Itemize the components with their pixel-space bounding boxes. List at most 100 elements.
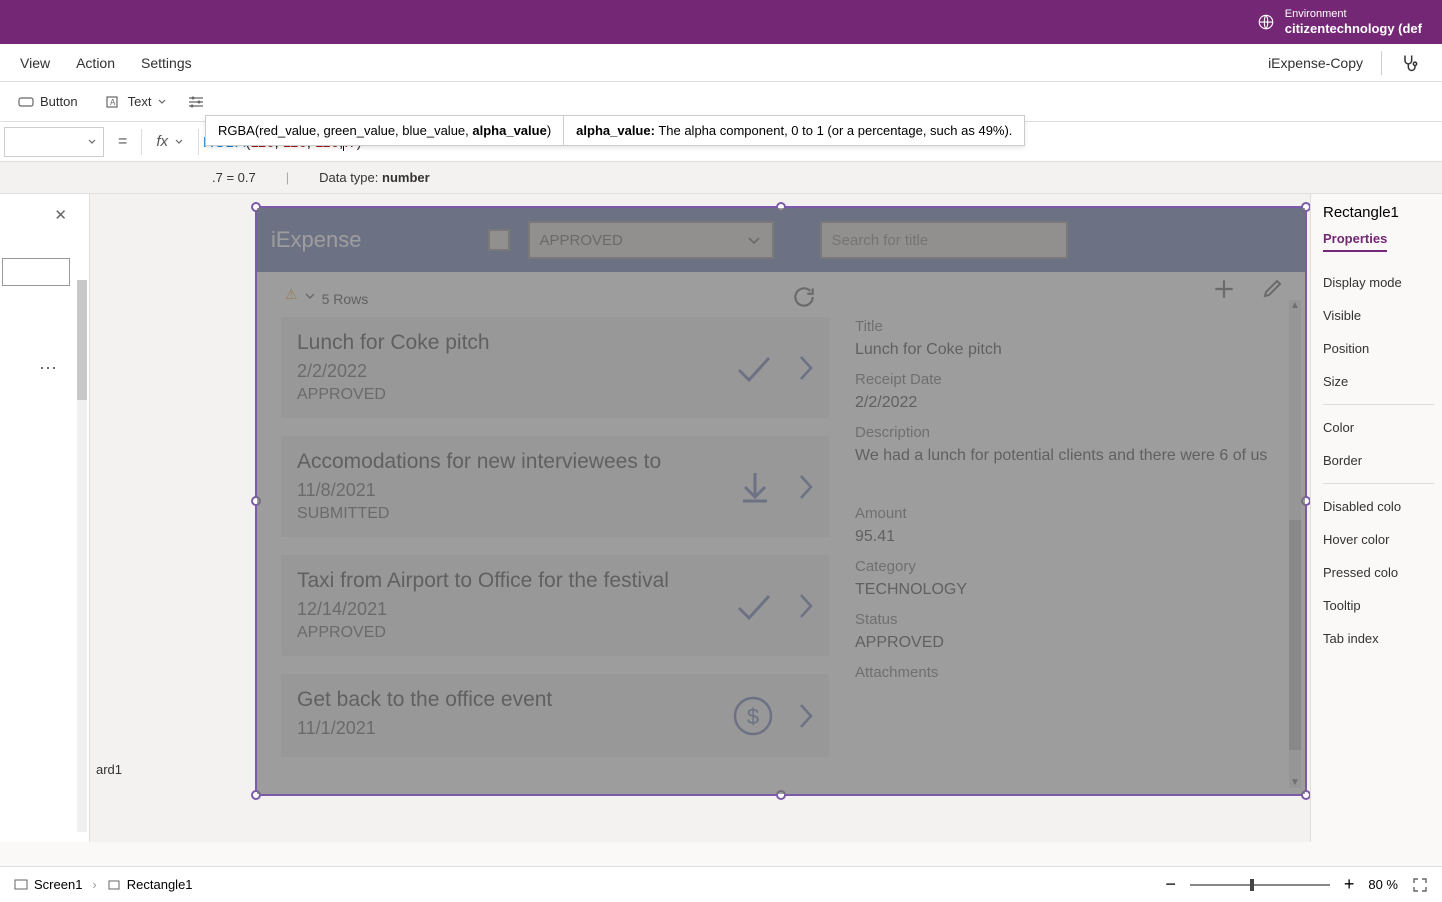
- insert-button[interactable]: Button: [10, 90, 86, 114]
- list-item[interactable]: Taxi from Airport to Office for the fest…: [281, 555, 829, 656]
- list-item[interactable]: Lunch for Coke pitch2/2/2022APPROVED: [281, 317, 829, 418]
- resize-handle[interactable]: [1301, 202, 1310, 212]
- refresh-button[interactable]: [791, 284, 817, 310]
- resize-handle[interactable]: [251, 790, 261, 800]
- stethoscope-icon[interactable]: [1400, 53, 1420, 73]
- zoom-in[interactable]: +: [1344, 874, 1355, 895]
- property-row[interactable]: Tooltip: [1323, 589, 1434, 622]
- field-value-status: APPROVED: [855, 634, 1291, 652]
- chevron-down-icon: [304, 290, 316, 302]
- env-label: Environment: [1285, 8, 1422, 21]
- selected-element-name: Rectangle1: [1323, 204, 1434, 221]
- scrollbar[interactable]: ▲ ▼: [1289, 300, 1301, 788]
- dropdown-value: APPROVED: [540, 232, 623, 249]
- search-input[interactable]: Search for title: [820, 221, 1068, 259]
- field-value-date: 2/2/2022: [855, 394, 1291, 412]
- settings-sliders-icon[interactable]: [187, 93, 205, 111]
- text-icon: A: [106, 94, 122, 110]
- property-row[interactable]: Hover color: [1323, 523, 1434, 556]
- chevron-down-icon: [174, 137, 184, 147]
- plus-icon[interactable]: [1211, 276, 1237, 302]
- datatype-value: number: [382, 170, 430, 185]
- fx-label[interactable]: fx: [142, 133, 198, 150]
- breadcrumb-screen[interactable]: Screen1: [14, 877, 82, 892]
- list-item[interactable]: Accomodations for new interviewees to11/…: [281, 436, 829, 537]
- property-selector[interactable]: [4, 127, 104, 157]
- resize-handle[interactable]: [251, 202, 261, 212]
- selection-box[interactable]: iExpense APPROVED Search for title: [255, 206, 1307, 796]
- property-row[interactable]: Disabled colo: [1323, 490, 1434, 523]
- sig-bold: alpha_value: [472, 123, 546, 138]
- property-row[interactable]: Color: [1323, 411, 1434, 444]
- insert-text[interactable]: A Text: [98, 90, 176, 114]
- field-label-attach: Attachments: [855, 664, 1291, 681]
- formula-result-bar: .7 = 0.7 | Data type: number: [0, 162, 1442, 194]
- equals-sign: =: [104, 133, 141, 151]
- list-item[interactable]: Get back to the office event11/1/2021$: [281, 674, 829, 757]
- resize-handle[interactable]: [251, 496, 261, 506]
- result-expression: .7 = 0.7: [212, 170, 256, 185]
- chevron-right-icon[interactable]: [797, 701, 815, 731]
- sig-post: ): [547, 123, 551, 138]
- environment-badge: Environment citizentechnology (def: [1257, 8, 1422, 37]
- property-row[interactable]: Size: [1323, 365, 1434, 398]
- chevron-right-icon[interactable]: [797, 353, 815, 383]
- chevron-down-icon: [87, 137, 97, 147]
- property-row[interactable]: Display mode: [1323, 266, 1434, 299]
- resize-handle[interactable]: [1301, 496, 1310, 506]
- app-title: iExpense: [271, 227, 362, 253]
- checkbox[interactable]: [488, 229, 510, 251]
- field-value-amount: 95.41: [855, 528, 1291, 546]
- field-label-title: Title: [855, 318, 1291, 335]
- detail-panel: Title Lunch for Coke pitch Receipt Date …: [837, 272, 1305, 794]
- close-icon[interactable]: ✕: [54, 206, 67, 224]
- chevron-right-icon[interactable]: [797, 591, 815, 621]
- status-dropdown[interactable]: APPROVED: [528, 221, 774, 259]
- resize-handle[interactable]: [776, 202, 786, 212]
- property-row[interactable]: Pressed colo: [1323, 556, 1434, 589]
- property-row[interactable]: Tab index: [1323, 622, 1434, 655]
- field-value-title: Lunch for Coke pitch: [855, 341, 1291, 359]
- divider: [1381, 51, 1382, 75]
- formula-hint: RGBA(red_value, green_value, blue_value,…: [205, 115, 1025, 146]
- field-label-amount: Amount: [855, 505, 1291, 522]
- screen-icon: [14, 878, 28, 892]
- download-icon: [735, 467, 775, 507]
- zoom-slider[interactable]: [1190, 884, 1330, 886]
- property-row[interactable]: Visible: [1323, 299, 1434, 332]
- search-input[interactable]: [2, 258, 70, 286]
- chevron-right-icon[interactable]: [797, 472, 815, 502]
- canvas[interactable]: iExpense APPROVED Search for title: [90, 194, 1310, 842]
- breadcrumb-element[interactable]: Rectangle1: [107, 877, 193, 892]
- expand-icon[interactable]: [1412, 877, 1428, 893]
- status-bar: Screen1 › Rectangle1 − + 80 %: [0, 866, 1442, 902]
- button-icon: [18, 94, 34, 110]
- param-name: alpha_value:: [576, 123, 655, 138]
- rows-count: ⚠ 5 Rows: [257, 278, 837, 317]
- field-label-desc: Description: [855, 424, 1291, 441]
- svg-text:A: A: [110, 98, 116, 107]
- property-row[interactable]: Position: [1323, 332, 1434, 365]
- field-label-status: Status: [855, 611, 1291, 628]
- resize-handle[interactable]: [776, 790, 786, 800]
- menu-settings[interactable]: Settings: [141, 55, 192, 71]
- globe-icon: [1257, 13, 1275, 31]
- zoom-out[interactable]: −: [1165, 874, 1176, 895]
- item-status: SUBMITTED: [297, 505, 813, 523]
- menu-view[interactable]: View: [20, 55, 50, 71]
- warning-icon: ⚠: [285, 286, 298, 303]
- app-header: iExpense APPROVED Search for title: [257, 208, 1305, 272]
- properties-tab[interactable]: Properties: [1323, 231, 1387, 252]
- check-icon: [731, 584, 775, 628]
- svg-text:$: $: [747, 704, 759, 729]
- scrollbar[interactable]: [77, 280, 87, 832]
- check-icon: [731, 346, 775, 390]
- property-row[interactable]: Border: [1323, 444, 1434, 477]
- field-value-desc: We had a lunch for potential clients and…: [855, 447, 1291, 465]
- menu-action[interactable]: Action: [76, 55, 115, 71]
- more-icon[interactable]: ⋯: [39, 358, 59, 379]
- resize-handle[interactable]: [1301, 790, 1310, 800]
- dollar-icon: $: [731, 694, 775, 738]
- chevron-down-icon: [746, 232, 762, 248]
- edit-icon[interactable]: [1261, 276, 1285, 300]
